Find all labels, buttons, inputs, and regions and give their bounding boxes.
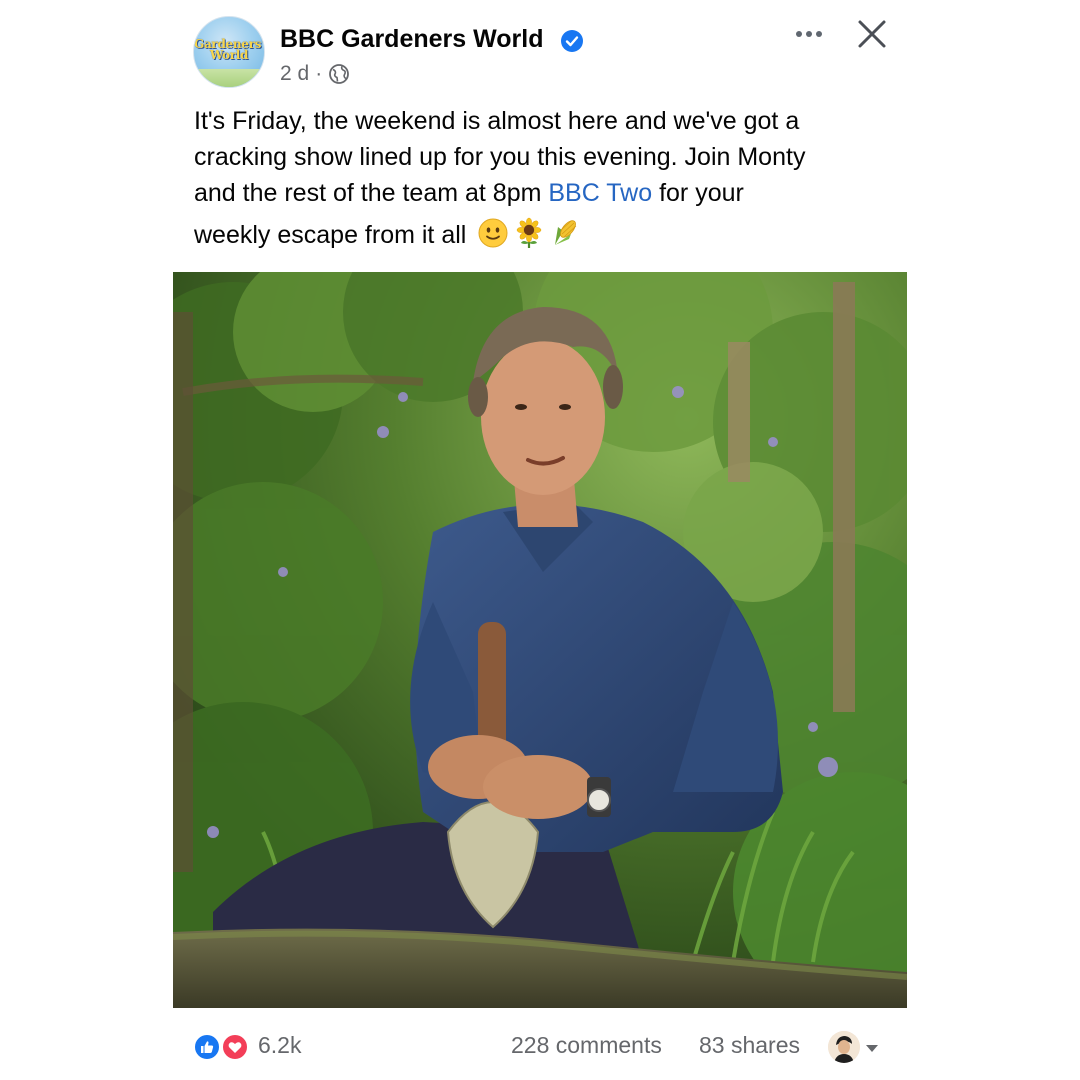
post-header: Gardeners' World BBC Gardeners World 2 d… [0,0,1080,100]
viewer-avatar[interactable] [828,1031,860,1063]
smiling-face-icon [477,217,509,249]
chevron-down-icon[interactable] [864,1041,880,1053]
love-icon[interactable] [221,1033,249,1061]
post-photo[interactable] [173,272,907,1008]
globe-icon[interactable] [328,63,350,85]
avatar-logo: Gardeners' World [194,38,264,62]
close-icon[interactable] [852,14,892,54]
more-icon[interactable] [790,20,828,48]
post-text-line: cracking show lined up for you this even… [194,143,806,171]
like-icon[interactable] [193,1033,221,1061]
post-text-line: and the rest of the team at 8pm BBC Two … [194,175,894,211]
post-text-line: weekly escape from it all [194,217,894,253]
photo-illustration [173,272,907,1008]
post-text: It's Friday, the weekend is almost here … [194,103,894,253]
sunflower-icon [513,217,545,249]
meta-separator: · [315,62,323,85]
avatar-logo-line2: World [209,48,249,62]
verified-badge-icon [561,30,583,52]
post-text-line3-prefix: and the rest of the team at 8pm [194,179,549,207]
bbc-two-link[interactable]: BBC Two [548,179,652,207]
comments-count[interactable]: 228 comments [511,1032,662,1059]
post-text-line3-suffix: for your [652,179,744,207]
post-text-line4: weekly escape from it all [194,221,467,249]
post-text-line: It's Friday, the weekend is almost here … [194,107,800,135]
ear-of-corn-icon [549,217,581,249]
reaction-count[interactable]: 6.2k [258,1032,301,1059]
post-time[interactable]: 2 d [280,62,309,86]
post-meta: 2 d · [280,62,350,86]
page-name[interactable]: BBC Gardeners World [280,25,543,54]
avatar-grass [194,69,264,87]
page-avatar[interactable]: Gardeners' World [193,16,265,88]
shares-count[interactable]: 83 shares [699,1032,800,1059]
